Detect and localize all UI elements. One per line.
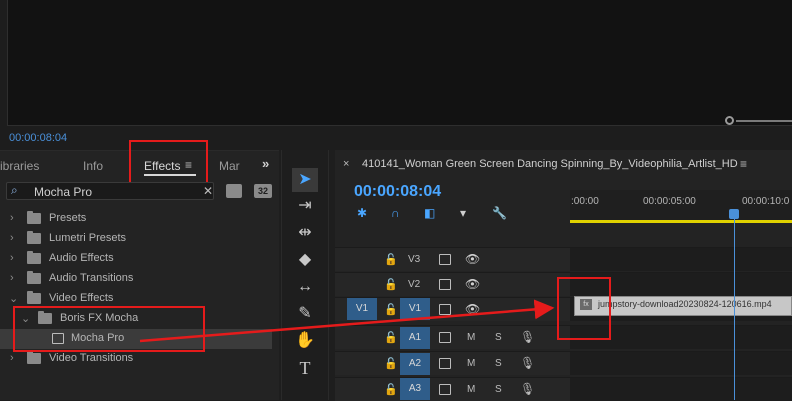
chevron-right-icon: › (10, 212, 14, 224)
ruler-label: :00:00 (571, 196, 599, 207)
track-name-a2[interactable]: A2 (400, 353, 430, 375)
close-icon[interactable]: × (343, 158, 349, 170)
lock-icon[interactable]: 🔓 (384, 303, 398, 316)
nest-toggle-icon[interactable]: ✱ (357, 206, 367, 220)
monitor-timecode[interactable]: 00:00:08:04 (9, 132, 67, 144)
playhead-line (734, 212, 735, 400)
lock-icon[interactable]: 🔓 (384, 383, 398, 396)
solo-button[interactable]: S (495, 384, 502, 395)
microphone-icon[interactable]: 🎙 (520, 330, 535, 344)
microphone-icon[interactable]: 🎙 (520, 356, 535, 370)
monitor-scrollbar[interactable] (736, 120, 792, 122)
track-name-v2[interactable]: V2 (408, 279, 420, 290)
mute-button[interactable]: M (467, 332, 475, 343)
track-name-v1[interactable]: V1 (400, 298, 430, 320)
accelerated-effects-icon[interactable] (226, 184, 242, 198)
playhead-handle[interactable] (729, 209, 739, 219)
lock-icon[interactable]: 🔓 (384, 278, 398, 291)
wrench-icon[interactable]: 🔧 (492, 206, 507, 220)
32bit-effects-icon[interactable]: 32 (254, 184, 272, 198)
search-input[interactable]: Mocha Pro (34, 185, 92, 199)
tab-libraries[interactable]: ibraries (0, 159, 39, 173)
track-name-v3[interactable]: V3 (408, 254, 420, 265)
selection-tool-icon[interactable]: ➤ (292, 168, 318, 192)
chevron-right-icon: › (10, 352, 14, 364)
chevron-double-right-icon[interactable]: » (262, 156, 269, 171)
folder-icon (27, 351, 41, 364)
type-tool-icon[interactable]: T (292, 356, 318, 380)
folder-icon (27, 251, 41, 264)
sequence-tab-title[interactable]: 410141_Woman Green Screen Dancing Spinni… (362, 158, 738, 170)
track-header-v2 (335, 272, 570, 296)
annotation-box-clip-start (557, 277, 611, 340)
track-lane-v3[interactable] (570, 247, 792, 271)
lock-icon[interactable]: 🔓 (384, 331, 398, 344)
razor-tool-icon[interactable]: ◆ (292, 248, 318, 272)
mute-button[interactable]: M (467, 384, 475, 395)
slip-tool-icon[interactable]: ↔ (292, 275, 318, 299)
track-lane-a2[interactable] (570, 351, 792, 375)
monitor-viewport[interactable] (7, 0, 792, 126)
microphone-icon[interactable]: 🎙 (520, 382, 535, 396)
mute-button[interactable]: M (467, 358, 475, 369)
solo-button[interactable]: S (495, 332, 502, 343)
track-name-a3[interactable]: A3 (400, 378, 430, 400)
tree-item-presets[interactable]: › Presets (0, 209, 272, 229)
sync-lock-icon[interactable] (439, 279, 451, 290)
pen-tool-icon[interactable]: ✎ (292, 302, 318, 326)
add-marker-icon[interactable]: ▾ (460, 206, 466, 220)
solo-button[interactable]: S (495, 358, 502, 369)
tree-item-audio-transitions[interactable]: › Audio Transitions (0, 269, 272, 289)
tree-item-video-transitions[interactable]: › Video Transitions (0, 349, 272, 369)
folder-icon (27, 271, 41, 284)
track-name-a1[interactable]: A1 (400, 327, 430, 349)
track-lane-a3[interactable] (570, 377, 792, 401)
tab-info[interactable]: Info (83, 159, 103, 173)
lock-icon[interactable]: 🔓 (384, 357, 398, 370)
hamburger-icon[interactable]: ≡ (740, 157, 747, 171)
tab-markers[interactable]: Mar (219, 159, 240, 173)
sync-lock-icon[interactable] (439, 358, 451, 369)
eye-icon[interactable]: 👁 (465, 302, 480, 316)
folder-star-icon (27, 211, 41, 224)
chevron-right-icon: › (10, 252, 14, 264)
ripple-edit-tool-icon[interactable]: ⇹ (292, 221, 318, 245)
sync-lock-icon[interactable] (439, 254, 451, 265)
work-area-bar[interactable] (570, 220, 792, 223)
tree-item-audio-effects[interactable]: › Audio Effects (0, 249, 272, 269)
timeline-timecode[interactable]: 00:00:08:04 (354, 183, 441, 201)
clip-name: jumpstory-download20230824-120616.mp4 (598, 299, 772, 309)
folder-icon (27, 291, 41, 304)
chevron-right-icon: › (10, 272, 14, 284)
eye-icon[interactable]: 👁 (465, 277, 480, 291)
ruler-label: 00:00:05:00 (643, 196, 696, 207)
hand-tool-icon[interactable]: ✋ (292, 329, 318, 353)
linked-selection-icon[interactable]: ◧ (424, 206, 435, 220)
annotation-box-mocha-effect (13, 306, 205, 352)
sync-lock-icon[interactable] (439, 384, 451, 395)
ruler-label: 00:00:10:0 (742, 196, 790, 207)
lock-icon[interactable]: 🔓 (384, 253, 398, 266)
sync-lock-icon[interactable] (439, 332, 451, 343)
snap-icon[interactable]: ∩ (391, 206, 400, 220)
search-icon: ⌕ (11, 183, 18, 197)
track-select-tool-icon[interactable]: ⇥ (292, 194, 318, 218)
eye-icon[interactable]: 👁 (465, 252, 480, 266)
tree-item-lumetri-presets[interactable]: › Lumetri Presets (0, 229, 272, 249)
chevron-right-icon: › (10, 232, 14, 244)
track-header-v3 (335, 247, 570, 271)
source-patch-v1[interactable]: V1 (347, 298, 377, 320)
folder-star-icon (27, 231, 41, 244)
chevron-down-icon: ⌄ (9, 293, 19, 305)
clear-search-icon[interactable]: ✕ (203, 184, 213, 198)
sync-lock-icon[interactable] (439, 304, 451, 315)
monitor-scroll-handle[interactable] (725, 116, 734, 125)
